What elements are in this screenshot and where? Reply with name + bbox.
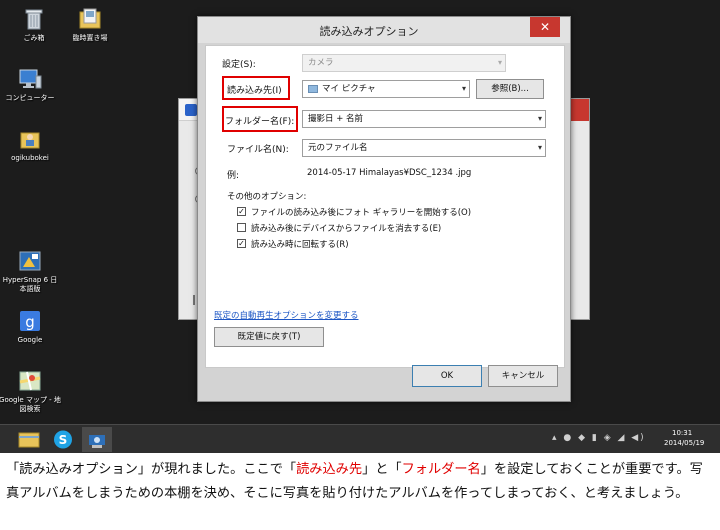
chevron-down-icon: ▾: [537, 143, 542, 152]
hypersnap-icon: [17, 248, 43, 274]
dialog-titlebar[interactable]: 読み込みオプション ✕: [198, 17, 570, 43]
dialog-title: 読み込みオプション: [319, 25, 419, 38]
desktop-icon-label: Google: [17, 336, 43, 344]
settings-select-value: カメラ: [308, 58, 334, 68]
desktop-icon-computer[interactable]: コンピューター: [0, 66, 62, 103]
computer-icon: [17, 66, 43, 92]
other-options-label: その他のオプション:: [227, 192, 307, 202]
option-label: 読み込み時に回転する(R): [251, 240, 349, 250]
taskbar-explorer-button[interactable]: [14, 427, 44, 452]
desktop-icon-google[interactable]: g Google: [0, 308, 62, 345]
desktop-icon-label: 臨時置き場: [72, 34, 108, 42]
caption-text: 「読み込みオプション」が現れました。ここで「読み込み先」と「フォルダー名」を設定…: [6, 458, 714, 506]
pictures-folder-icon: [308, 84, 318, 93]
dialog-close-button[interactable]: ✕: [530, 17, 560, 37]
option-checkbox-rotate[interactable]: ✓: [237, 239, 246, 248]
system-tray-icons[interactable]: ▴ ● ◆ ▮ ◈ ◢ ◀): [552, 433, 646, 443]
desktop-icon-user-folder[interactable]: ogikubokei: [0, 126, 62, 163]
import-options-dialog: 読み込みオプション ✕ 設定(S): カメラ ▾ 読み込み先(I) マイ ピクチ…: [197, 16, 571, 402]
clock-time[interactable]: 10:31: [672, 429, 692, 437]
caption-part: 「読み込みオプション」が現れました。ここで「: [6, 462, 297, 477]
desktop-icon-recycle-bin[interactable]: ごみ箱: [2, 6, 66, 43]
svg-text:S: S: [59, 433, 68, 447]
close-icon: ✕: [539, 20, 551, 34]
chevron-down-icon: ▾: [461, 84, 466, 93]
divider: [193, 295, 195, 305]
taskbar-skype-button[interactable]: S: [48, 427, 78, 452]
desktop-icon-hypersnap[interactable]: HyperSnap 6 日 本語版: [0, 248, 62, 294]
desktop: ごみ箱 臨時置き場 コンピューター ogikubokei HyperSnap 6…: [0, 0, 720, 424]
caption-highlight-import-to: 読み込み先: [296, 462, 363, 477]
option-checkbox-erase-after-import[interactable]: [237, 223, 246, 232]
user-folder-icon: [17, 126, 43, 152]
photo-import-icon: [89, 435, 105, 448]
caption-highlight-folder-name: フォルダー名: [401, 462, 481, 477]
file-name-label: ファイル名(N):: [227, 145, 289, 155]
recycle-bin-icon: [21, 6, 47, 32]
svg-text:g: g: [25, 313, 35, 331]
folder-name-select[interactable]: 撮影日 + 名前 ▾: [302, 110, 546, 128]
file-name-select[interactable]: 元のファイル名 ▾: [302, 139, 546, 157]
ok-button[interactable]: OK: [412, 365, 482, 387]
cancel-button[interactable]: キャンセル: [488, 365, 558, 387]
import-to-select-value: マイ ピクチャ: [322, 84, 376, 94]
folder-name-label: フォルダー名(F):: [225, 117, 295, 127]
skype-icon: S: [54, 430, 72, 449]
import-to-select[interactable]: マイ ピクチャ ▾: [302, 80, 470, 98]
browse-button[interactable]: 参照(B)...: [476, 79, 544, 99]
desktop-icon-label: ogikubokei: [11, 154, 49, 162]
folder-name-select-value: 撮影日 + 名前: [308, 114, 364, 124]
option-label: 読み込み後にデバイスからファイルを消去する(E): [251, 224, 442, 234]
chevron-down-icon: ▾: [497, 58, 502, 67]
taskbar: S ▴ ● ◆ ▮ ◈ ◢ ◀) 10:31 2014/05/19: [0, 424, 720, 453]
google-icon: g: [17, 308, 43, 334]
file-explorer-icon: [18, 432, 40, 448]
restore-defaults-button[interactable]: 既定値に戻す(T): [214, 327, 324, 347]
settings-label: 設定(S):: [222, 60, 256, 70]
caption-part: 」と「: [362, 462, 402, 477]
file-name-select-value: 元のファイル名: [308, 143, 368, 153]
settings-select: カメラ ▾: [302, 54, 506, 72]
option-checkbox-open-gallery[interactable]: ✓: [237, 207, 246, 216]
folder-icon: [77, 6, 103, 32]
taskbar-photo-import-button[interactable]: [82, 427, 112, 452]
example-label: 例:: [227, 171, 240, 181]
desktop-icon-label: Google マップ - 地 図検索: [0, 396, 61, 413]
import-to-label: 読み込み先(I): [227, 86, 282, 96]
desktop-icon-google-maps[interactable]: Google マップ - 地 図検索: [0, 368, 62, 414]
chevron-down-icon: ▾: [537, 114, 542, 123]
desktop-icon-label: コンピューター: [5, 94, 55, 102]
app-icon: [185, 104, 197, 116]
google-maps-icon: [17, 368, 43, 394]
option-label: ファイルの読み込み後にフォト ギャラリーを開始する(O): [251, 208, 472, 218]
desktop-icon-label: HyperSnap 6 日 本語版: [2, 276, 58, 293]
background-window-close-button[interactable]: [571, 99, 589, 121]
desktop-icon-temp-folder[interactable]: 臨時置き場: [58, 6, 122, 43]
desktop-icon-label: ごみ箱: [23, 34, 45, 42]
example-value: 2014-05-17 Himalayas¥DSC_1234 .jpg: [307, 168, 472, 178]
autoplay-settings-link[interactable]: 既定の自動再生オプションを変更する: [214, 309, 359, 321]
clock-date[interactable]: 2014/05/19: [664, 439, 704, 447]
